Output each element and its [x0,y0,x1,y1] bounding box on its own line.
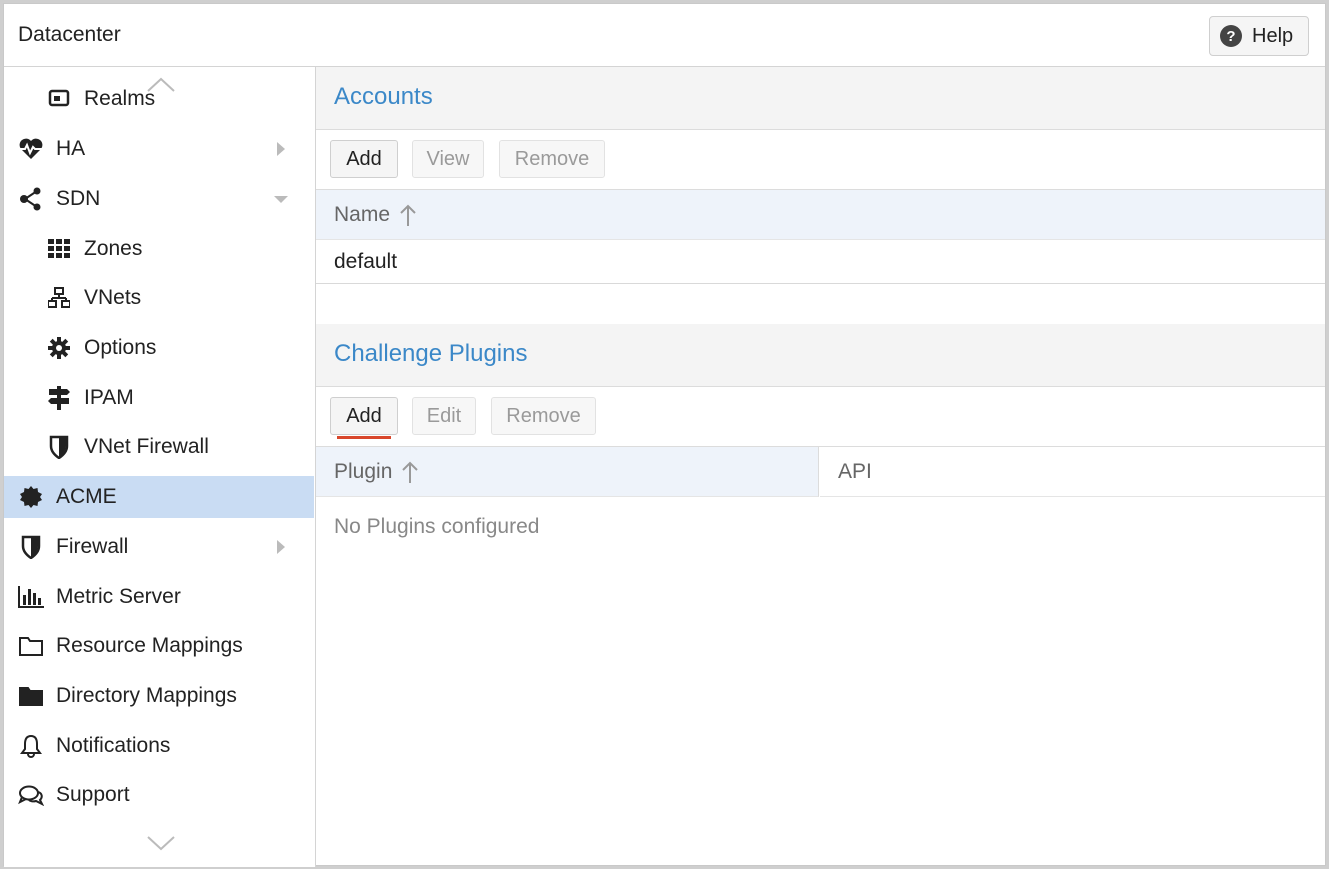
caret-right-icon[interactable] [274,540,288,554]
caret-down-icon[interactable] [274,192,288,206]
caret-right-icon[interactable] [274,142,288,156]
page-title: Datacenter [18,23,121,46]
sidebar-item-label: Realms [84,87,156,109]
plugins-title: Challenge Plugins [334,340,528,367]
empty-state-text: No Plugins configured [334,515,540,538]
sidebar-item-metric-server[interactable]: Metric Server [4,576,314,618]
sidebar-item-label: Directory Mappings [56,684,237,707]
sdn-network-icon [18,186,44,212]
sidebar-item-options[interactable]: Options [4,327,314,369]
sidebar-item-notifications[interactable]: Notifications [4,725,314,767]
sidebar-item-label: Options [84,336,157,359]
heartbeat-icon [18,136,44,162]
column-header-name[interactable]: Name [334,203,390,227]
accounts-panel-header: Accounts [316,67,1325,130]
scroll-up-icon[interactable] [146,77,176,93]
grid-icon [46,236,72,262]
question-circle-icon: ? [1220,25,1242,47]
sidebar-item-firewall[interactable]: Firewall [4,526,314,568]
sidebar-item-label: VNets [84,286,142,309]
bell-icon [18,733,44,759]
gear-icon [46,335,72,361]
plugins-edit-button[interactable]: Edit [412,397,476,435]
sidebar-item-resource-mappings[interactable]: Resource Mappings [4,625,314,667]
bar-chart-icon [18,584,44,610]
shield-icon [46,434,72,460]
top-header: Datacenter ? Help [4,4,1325,67]
plugins-add-label: Add [346,404,382,427]
sidebar-item-ipam[interactable]: IPAM [4,377,314,419]
scroll-down-icon[interactable] [146,835,176,851]
certificate-icon [18,484,44,510]
accounts-view-button[interactable]: View [412,140,484,178]
plugins-column-plugin[interactable]: Plugin [316,447,819,497]
sidebar-item-directory-mappings[interactable]: Directory Mappings [4,675,314,717]
accounts-title: Accounts [334,83,433,110]
sidebar-item-label: VNet Firewall [84,435,209,458]
plugins-remove-button[interactable]: Remove [491,397,596,435]
focus-indicator [337,436,391,439]
shield-icon [18,534,44,560]
accounts-remove-button[interactable]: Remove [499,140,605,178]
sidebar-item-label: Firewall [56,535,129,558]
sidebar-item-label: ACME [56,485,117,508]
sidebar-item-support[interactable]: Support [4,774,314,816]
sidebar-item-vnets[interactable]: VNets [4,277,314,319]
sitemap-icon [46,285,72,311]
plugins-panel-header: Challenge Plugins [316,324,1325,387]
sidebar-item-zones[interactable]: Zones [4,228,314,270]
signpost-icon [46,385,72,411]
account-name-cell: default [334,250,398,273]
folder-icon [18,683,44,709]
sidebar-item-acme[interactable]: ACME [4,476,314,518]
plugins-column-api[interactable]: API [820,447,1325,497]
sidebar-item-sdn[interactable]: SDN [4,178,314,220]
accounts-add-button[interactable]: Add [330,140,398,178]
sidebar-item-ha[interactable]: HA [4,128,314,170]
app-window: Datacenter ? Help Realms HA SDN Zones VN… [3,3,1326,867]
sidebar-nav: Realms HA SDN Zones VNets Options IPAM V… [4,67,316,867]
sidebar-item-label: HA [56,137,86,160]
sidebar-item-vnet-firewall[interactable]: VNet Firewall [4,426,314,468]
folder-outline-icon [18,633,44,659]
help-button-label: Help [1252,24,1294,47]
sidebar-item-label: Resource Mappings [56,634,243,657]
sort-ascending-icon [402,461,418,483]
table-row[interactable]: default [316,240,1325,284]
plugins-add-button[interactable]: Add [330,397,398,439]
sort-ascending-icon [400,204,416,226]
main-content: Accounts Add View Remove Name default Ch… [316,67,1325,865]
accounts-toolbar: Add View Remove [316,130,1325,190]
accounts-grid-header: Name [316,190,1325,240]
sidebar-item-label: Zones [84,237,143,260]
column-header-plugin: Plugin [334,460,393,483]
help-button[interactable]: ? Help [1209,16,1309,56]
sidebar-item-label: Metric Server [56,585,181,608]
sidebar-item-label: Notifications [56,734,171,757]
realm-icon [46,85,72,109]
column-header-api: API [838,460,872,483]
sidebar-item-label: SDN [56,187,101,210]
comments-icon [18,782,44,808]
sidebar-item-label: IPAM [84,386,134,409]
plugins-toolbar: Add Edit Remove [316,387,1325,447]
sidebar-item-label: Support [56,783,130,806]
